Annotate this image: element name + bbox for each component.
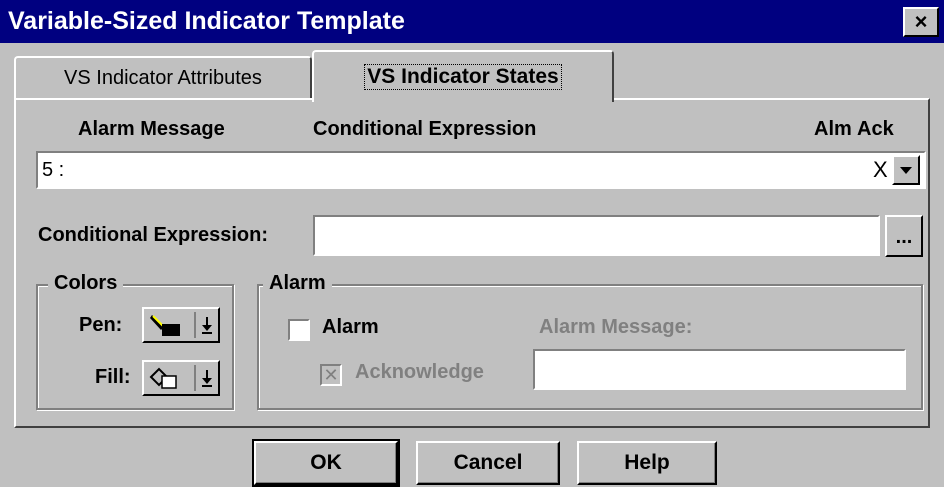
ok-button[interactable]: OK [252, 439, 400, 487]
tab-vs-indicator-attributes[interactable]: VS Indicator Attributes [14, 56, 312, 98]
conditional-expression-label: Conditional Expression: [38, 224, 269, 246]
colors-group-title: Colors [48, 272, 124, 295]
selected-state-value: 5 : [42, 159, 65, 181]
fill-separator [194, 365, 196, 391]
ok-button-label: OK [310, 451, 342, 474]
pen-dropdown-icon [199, 313, 215, 337]
alarm-group-title: Alarm [263, 272, 332, 295]
close-button[interactable]: × [903, 7, 939, 37]
alarm-checkbox[interactable] [288, 319, 310, 341]
column-header-conditional-expression: Conditional Expression [313, 118, 537, 140]
ellipsis-icon: ... [895, 226, 913, 248]
fill-color-icon [149, 367, 177, 389]
alarm-flag: X [873, 157, 888, 182]
conditional-expression-input[interactable] [313, 215, 880, 256]
pen-color-icon [150, 315, 180, 336]
fill-dropdown-icon [199, 366, 215, 390]
states-combobox[interactable]: 5 : [36, 151, 926, 189]
tab-label: VS Indicator Attributes [64, 66, 262, 89]
alarm-checkbox-label: Alarm [322, 316, 379, 338]
window-title: Variable-Sized Indicator Template [8, 7, 405, 35]
close-icon: × [914, 9, 928, 34]
help-button-label: Help [624, 451, 670, 474]
column-header-ack: Ack [857, 118, 894, 140]
tab-vs-indicator-states[interactable]: VS Indicator States [312, 50, 614, 102]
cancel-button-label: Cancel [453, 451, 523, 474]
alarm-message-label: Alarm Message: [539, 316, 693, 338]
pen-separator [194, 312, 196, 338]
pen-color-button[interactable] [142, 307, 220, 343]
chevron-down-icon [900, 166, 912, 174]
column-header-alarm-message: Alarm Message [78, 118, 225, 140]
alarm-message-input[interactable] [533, 349, 906, 390]
title-bar: Variable-Sized Indicator Template [0, 0, 944, 43]
states-dropdown-button[interactable] [892, 155, 920, 185]
pen-label: Pen: [79, 314, 123, 336]
fill-label: Fill: [95, 366, 131, 388]
acknowledge-checkbox[interactable]: ✕ [320, 364, 342, 386]
column-header-alm: Alm [814, 118, 852, 140]
help-button[interactable]: Help [577, 441, 717, 485]
tab-label: VS Indicator States [364, 64, 562, 90]
browse-expression-button[interactable]: ... [885, 215, 923, 257]
check-icon: ✕ [323, 365, 339, 385]
acknowledge-label: Acknowledge [355, 361, 484, 383]
cancel-button[interactable]: Cancel [416, 441, 560, 485]
alarm-group [257, 284, 923, 410]
fill-color-button[interactable] [142, 360, 220, 396]
